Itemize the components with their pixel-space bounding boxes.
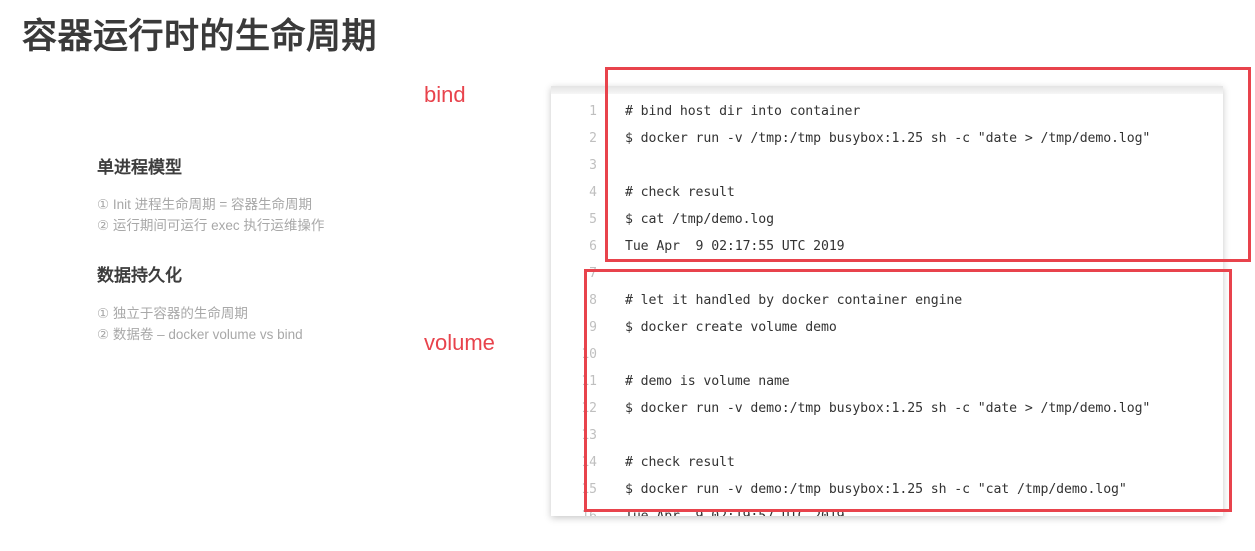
bullet-list: ① 独立于容器的生命周期 ② 数据卷 – docker volume vs bi… <box>97 303 457 345</box>
code-line-number: 1 <box>589 104 597 119</box>
code-line-text: Tue Apr 9 02:17:55 UTC 2019 <box>625 239 845 254</box>
code-line-number: 14 <box>581 455 597 470</box>
callout-label-volume: volume <box>424 330 495 355</box>
code-line-number: 12 <box>581 401 597 416</box>
code-panel: 1 # bind host dir into container 2 $ docker… <box>551 86 1223 516</box>
code-line: 1 # bind host dir into container <box>551 98 1223 125</box>
code-line-text: Tue Apr 9 02:19:57 UTC 2019 <box>603 509 845 516</box>
code-line: 8 # let it handled by docker container en… <box>551 287 1223 314</box>
code-line-text: $ docker create volume demo <box>625 320 837 335</box>
code-line-number: 2 <box>589 131 597 146</box>
code-line: 3 <box>551 152 1223 179</box>
section-heading: 数据持久化 <box>97 266 182 286</box>
code-line-number: 7 <box>589 266 597 281</box>
bullet-item: ① Init 进程生命周期 = 容器生命周期 <box>97 197 312 213</box>
code-line-number: 15 <box>581 482 597 497</box>
section-heading: 单进程模型 <box>97 158 182 177</box>
left-content-column: 单进程模型 ① Init 进程生命周期 = 容器生命周期 ② 运行期间可运行 e… <box>97 158 457 375</box>
code-line: 16Tue Apr 9 02:19:57 UTC 2019 <box>551 503 1223 516</box>
code-line: 10 <box>551 341 1223 368</box>
code-line-number: 9 <box>589 320 597 335</box>
code-line: 5 $ cat /tmp/demo.log <box>551 206 1223 233</box>
code-line-text: $ docker run -v demo:/tmp busybox:1.25 s… <box>625 401 1151 416</box>
code-line-number: 8 <box>589 293 597 308</box>
code-line-number: 6 <box>589 239 597 254</box>
code-line-text: $ cat /tmp/demo.log <box>625 212 774 227</box>
code-line-list: 1 # bind host dir into container 2 $ docker… <box>551 94 1223 516</box>
code-line: 2 $ docker run -v /tmp:/tmp busybox:1.25 … <box>551 125 1223 152</box>
code-line-text: $ docker run -v /tmp:/tmp busybox:1.25 s… <box>625 131 1151 146</box>
section-single-process-model: 单进程模型 ① Init 进程生命周期 = 容器生命周期 ② 运行期间可运行 e… <box>97 158 457 236</box>
bullet-item: ② 数据卷 – docker volume vs bind <box>97 326 303 342</box>
code-line: 13 <box>551 422 1223 449</box>
code-line: 12 $ docker run -v demo:/tmp busybox:1.25… <box>551 395 1223 422</box>
code-line-text: # let it handled by docker container eng… <box>625 293 963 308</box>
code-line-number: 5 <box>589 212 597 227</box>
code-panel-topbar <box>551 86 1223 94</box>
callout-label-bind: bind <box>424 82 466 107</box>
code-line-text: # demo is volume name <box>625 374 790 389</box>
code-line: 6 Tue Apr 9 02:17:55 UTC 2019 <box>551 233 1223 260</box>
bullet-item: ① 独立于容器的生命周期 <box>97 305 248 321</box>
code-line-text: # check result <box>625 455 735 470</box>
code-line-number: 4 <box>589 185 597 200</box>
code-line: 14 # check result <box>551 449 1223 476</box>
bullet-item: ② 运行期间可运行 exec 执行运维操作 <box>97 218 325 234</box>
code-line: 7 <box>551 260 1223 287</box>
code-line-number: 13 <box>581 428 597 443</box>
code-line: 11 # demo is volume name <box>551 368 1223 395</box>
page-title: 容器运行时的生命周期 <box>22 17 378 56</box>
code-line: 4 # check result <box>551 179 1223 206</box>
code-line-text: $ docker run -v demo:/tmp busybox:1.25 s… <box>625 482 1127 497</box>
code-line: 9 $ docker create volume demo <box>551 314 1223 341</box>
code-line-number: 11 <box>581 374 597 389</box>
code-line-text: # bind host dir into container <box>625 104 861 119</box>
code-line: 15 $ docker run -v demo:/tmp busybox:1.25… <box>551 476 1223 503</box>
bullet-list: ① Init 进程生命周期 = 容器生命周期 ② 运行期间可运行 exec 执行… <box>97 194 457 236</box>
code-line-text: # check result <box>625 185 735 200</box>
code-line-number: 3 <box>589 158 597 173</box>
code-line-number: 16 <box>551 509 603 516</box>
code-line-number: 10 <box>581 347 597 362</box>
section-data-persistence: 数据持久化 ① 独立于容器的生命周期 ② 数据卷 – docker volume… <box>97 266 457 344</box>
